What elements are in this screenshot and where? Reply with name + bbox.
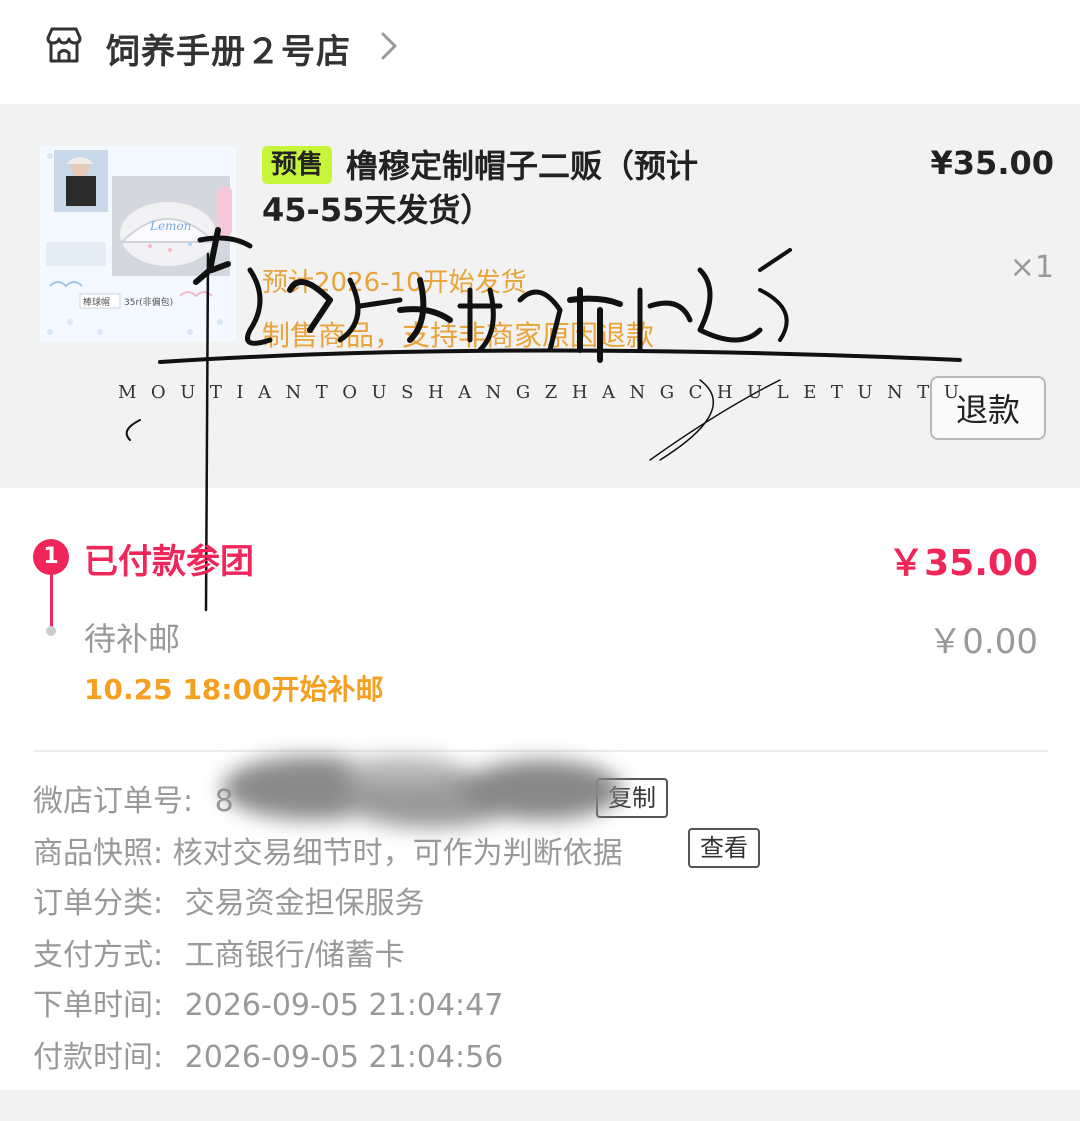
store-icon: [46, 27, 82, 63]
order-number-value: 8: [214, 784, 234, 819]
svg-text:Lemon: Lemon: [149, 219, 191, 233]
order-time-value: 2026-09-05 21:04:47: [184, 988, 504, 1023]
product-image: Lemon 棒球帽 35r(非偏包): [40, 146, 236, 342]
chevron-right-icon[interactable]: [378, 30, 400, 62]
pay-time-row: 付款时间: 2026-09-05 21:04:56: [33, 1032, 503, 1076]
step-2-indicator: [46, 626, 56, 636]
product-title[interactable]: 橹穆定制帽子二贩（预计45-55天发货）: [262, 144, 732, 232]
view-snapshot-button[interactable]: 查看: [688, 828, 760, 868]
payment-method-row: 支付方式: 工商银行/储蓄卡: [33, 930, 405, 974]
payment-method-value: 工商银行/储蓄卡: [184, 938, 405, 973]
thumb-label-cap: 棒球帽: [83, 296, 110, 308]
pay-time-value: 2026-09-05 21:04:56: [184, 1040, 504, 1075]
presale-badge: 预售: [262, 146, 333, 184]
bottom-band: [0, 1090, 1080, 1121]
payment-method-label: 支付方式:: [33, 938, 164, 973]
shipping-hint: 预计2026-10开始发货: [262, 268, 527, 298]
order-number-label: 微店订单号:: [33, 784, 194, 819]
refund-policy-note[interactable]: 制售商品，支持非商家原因退款: [262, 314, 654, 354]
step-2-title: 待补邮: [84, 620, 181, 658]
snapshot-value: 核对交易细节时，可作为判断依据: [172, 836, 623, 871]
snapshot-label: 商品快照:: [33, 836, 164, 871]
step-1-indicator: 1: [33, 539, 69, 575]
step-1-title: 已付款参团: [84, 542, 254, 582]
pay-time-label: 付款时间:: [33, 1040, 164, 1075]
product-thumbnail[interactable]: Lemon 棒球帽 35r(非偏包): [40, 146, 236, 342]
step-1-amount: ￥35.00: [888, 543, 1038, 584]
copy-order-button[interactable]: 复制: [596, 778, 668, 818]
divider: [33, 750, 1048, 752]
category-row: 订单分类: 交易资金担保服务: [33, 878, 425, 922]
order-number-row: 微店订单号: 8: [33, 776, 234, 820]
step-2-amount: ￥0.00: [928, 622, 1038, 662]
snapshot-row: 商品快照: 核对交易细节时，可作为判断依据: [33, 828, 623, 872]
step-2-note: 10.25 18:00开始补邮: [84, 673, 384, 706]
store-name[interactable]: 饲养手册２号店: [106, 24, 351, 73]
order-time-label: 下单时间:: [33, 988, 164, 1023]
product-card[interactable]: Lemon 棒球帽 35r(非偏包) 橹穆定制帽子二贩（预计45-55天发货） …: [0, 104, 1080, 488]
order-detail-page: 饲养手册２号店 Lemon 棒球帽 35r(非偏包) 橹穆定制帽子二贩（预计45…: [0, 0, 1080, 1121]
category-value: 交易资金担保服务: [184, 886, 425, 921]
category-label: 订单分类:: [33, 886, 164, 921]
order-time-row: 下单时间: 2026-09-05 21:04:47: [33, 980, 503, 1024]
product-quantity: ×1: [1009, 250, 1054, 285]
watermark-subtitle: MOUTIANTOUSHANGZHANGCHULETUNTU: [118, 382, 974, 403]
step-connector: [50, 575, 53, 627]
redacted-order-number: [222, 756, 622, 828]
product-price: ¥35.00: [930, 144, 1054, 182]
store-header[interactable]: 饲养手册２号店: [0, 0, 1080, 104]
thumb-label-price: 35r(非偏包): [124, 296, 173, 308]
